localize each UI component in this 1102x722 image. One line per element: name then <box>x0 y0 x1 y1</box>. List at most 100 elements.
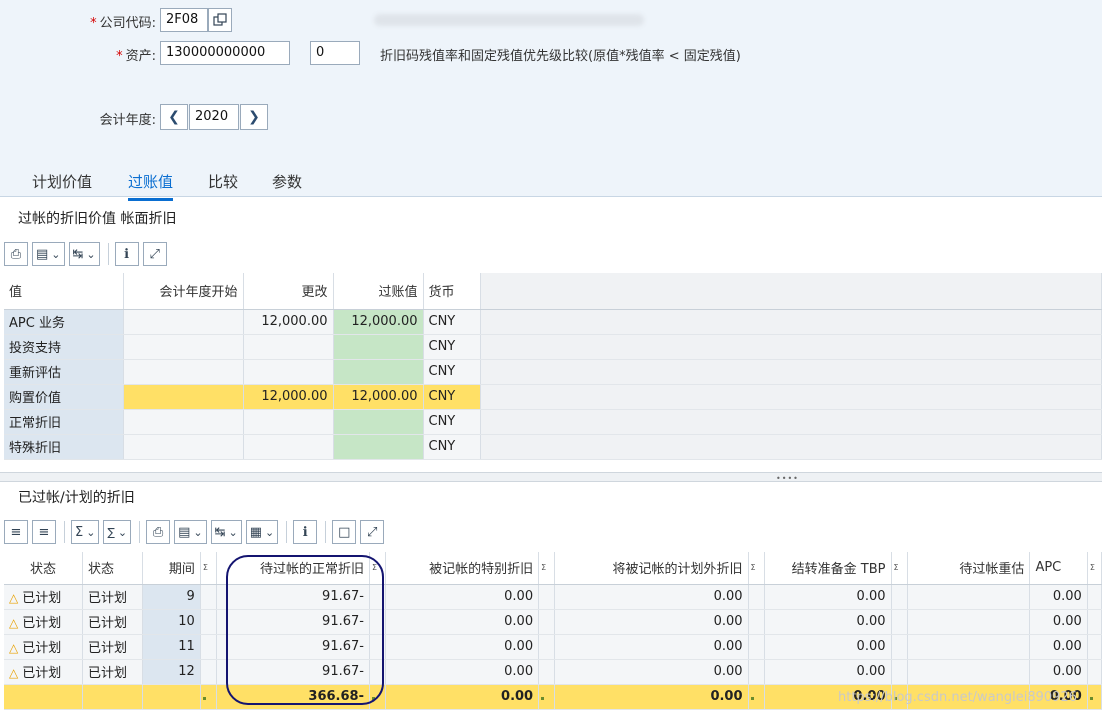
table-row-selected[interactable]: 购置价值 12,000.00 12,000.00 CNY <box>4 384 1102 410</box>
cell-currency: CNY <box>423 309 481 335</box>
splitter[interactable] <box>0 472 1102 482</box>
reserve-cell: 0.00 <box>764 609 892 635</box>
export-icon: ↹ <box>72 246 84 262</box>
expand-icon: ⤢ <box>149 246 160 262</box>
view-menu-button[interactable]: ▤ ⌄ <box>174 520 207 544</box>
table-row[interactable]: △ 已计划 已计划 10 91.67- 0.00 0.00 0.00 0.00 <box>4 609 1102 635</box>
column-header[interactable]: 状态 <box>4 552 84 585</box>
sigma-cell <box>369 634 387 660</box>
special-depreciation-cell: 0.00 <box>385 634 540 660</box>
sort-descending-button[interactable]: ≡ <box>32 520 56 544</box>
sort-descending-icon: ≡ <box>38 524 50 540</box>
reserve-cell: 0.00 <box>764 634 892 660</box>
asset-subnumber-field[interactable]: 0 <box>310 41 360 65</box>
next-year-button[interactable]: ❯ <box>240 104 268 130</box>
export-menu-button[interactable]: ↹ ⌄ <box>210 520 242 544</box>
info-button[interactable]: ℹ <box>114 242 139 266</box>
redacted-description <box>374 14 644 26</box>
chevron-down-icon: ⌄ <box>51 247 61 261</box>
table-row[interactable]: △ 已计划 已计划 12 91.67- 0.00 0.00 0.00 0.00 <box>4 659 1102 685</box>
value-help-icon <box>213 13 227 26</box>
column-header[interactable]: APC <box>1029 552 1088 585</box>
info-icon: ℹ <box>124 246 130 262</box>
fiscal-year-field[interactable]: 2020 <box>189 104 239 130</box>
cell-posted: 12,000.00 <box>333 309 424 335</box>
cell-change <box>243 434 334 460</box>
export-menu-button[interactable]: ↹ ⌄ <box>68 242 100 266</box>
previous-year-button[interactable]: ❮ <box>160 104 188 130</box>
special-depreciation-cell: 0.00 <box>385 609 540 635</box>
status-cell: 已计划 <box>82 659 144 685</box>
empty-header <box>480 273 1102 310</box>
company-code-field[interactable]: 2F08 <box>160 8 208 32</box>
table-row[interactable]: 重新评估 CNY <box>4 359 1102 385</box>
column-header[interactable]: 更改 <box>243 273 334 310</box>
column-header[interactable]: 值 <box>4 273 124 310</box>
splitter-grip-icon[interactable]: •••• <box>776 474 799 483</box>
cell-posted <box>333 434 424 460</box>
sigma-cell <box>1087 659 1102 685</box>
column-header[interactable]: 结转准备金 TBP <box>764 552 892 585</box>
sigma-cell <box>200 609 217 635</box>
watermark: https://blog.csdn.net/wanglei890926 <box>838 690 1077 705</box>
tab-parameters[interactable]: 参数 <box>272 171 302 198</box>
section1-title: 过帐的折旧价值 帐面折旧 <box>18 211 177 227</box>
asset-number-field[interactable]: 130000000000 <box>160 41 290 65</box>
column-header[interactable]: 将被记帐的计划外折旧 <box>554 552 749 585</box>
column-header[interactable]: 期间 <box>142 552 201 585</box>
table-row[interactable]: △ 已计划 已计划 11 91.67- 0.00 0.00 0.00 0.00 <box>4 634 1102 660</box>
layout-menu-button[interactable]: ▦ ⌄ <box>245 520 279 544</box>
info-button[interactable]: ℹ <box>293 520 318 544</box>
table-header-row: 值 会计年度开始 更改 过账值 货币 <box>4 273 1102 310</box>
toolbar-separator <box>325 521 327 543</box>
sum-menu-button[interactable]: Σ ⌄ <box>71 520 100 544</box>
row-label: 正常折旧 <box>4 409 124 435</box>
tab-posted-values[interactable]: 过账值 <box>128 171 174 201</box>
table-row[interactable]: 特殊折旧 CNY <box>4 434 1102 460</box>
column-header[interactable]: 会计年度开始 <box>123 273 244 310</box>
posted-values-table: 值 会计年度开始 更改 过账值 货币 APC 业务 12,000.00 12,0… <box>4 273 1102 460</box>
sigma-cell <box>891 634 908 660</box>
print-button[interactable]: ⎙ <box>4 242 28 266</box>
value-help-button[interactable] <box>208 8 232 32</box>
sort-ascending-icon: ≡ <box>10 524 22 540</box>
layout-icon: ▦ <box>249 524 263 540</box>
view-menu-button[interactable]: ▤ ⌄ <box>32 242 65 266</box>
tab-planned-values[interactable]: 计划价值 <box>32 171 92 198</box>
fullscreen-button[interactable]: ⤢ <box>360 520 385 544</box>
print-button[interactable]: ⎙ <box>146 520 171 544</box>
status-cell: △ 已计划 <box>4 584 84 610</box>
unplanned-depreciation-cell: 0.00 <box>554 634 749 660</box>
fullscreen-button[interactable]: ⤢ <box>142 242 167 266</box>
column-header[interactable]: 待过帐重估 <box>907 552 1031 585</box>
section2-title: 已过帐/计划的折旧 <box>18 490 135 506</box>
cell-currency: CNY <box>423 434 481 460</box>
column-header[interactable]: 货币 <box>423 273 481 310</box>
column-header[interactable]: 待过帐的正常折旧 <box>216 552 370 585</box>
revaluation-cell <box>907 634 1031 660</box>
table-row[interactable]: 正常折旧 CNY <box>4 409 1102 435</box>
column-header[interactable]: 状态 <box>82 552 144 585</box>
total-marker-icon <box>1087 684 1102 710</box>
table-row[interactable]: 投资支持 CNY <box>4 334 1102 360</box>
special-depreciation-cell: 0.00 <box>385 584 540 610</box>
cell-start <box>123 309 244 335</box>
sigma-cell <box>1087 584 1102 610</box>
cell-change <box>243 334 334 360</box>
totals-cell <box>142 684 201 710</box>
column-header[interactable]: 被记帐的特别折旧 <box>385 552 540 585</box>
empty-cell <box>480 409 1102 435</box>
subtotal-menu-button[interactable]: ∑ ⌄ <box>103 520 132 544</box>
tab-comparison[interactable]: 比较 <box>208 171 238 198</box>
revaluation-cell <box>907 609 1031 635</box>
window-button[interactable]: □ <box>332 520 357 544</box>
sigma-cell <box>200 634 217 660</box>
total-marker-icon <box>200 684 217 710</box>
period-cell: 11 <box>142 634 201 660</box>
table-row[interactable]: APC 业务 12,000.00 12,000.00 CNY <box>4 309 1102 335</box>
sigma-icon: Σ <box>538 552 556 585</box>
column-header[interactable]: 过账值 <box>333 273 424 310</box>
sort-ascending-button[interactable]: ≡ <box>4 520 28 544</box>
section1-toolbar: ⎙ ▤ ⌄ ↹ ⌄ ℹ ⤢ <box>4 239 171 269</box>
table-row[interactable]: △ 已计划 已计划 9 91.67- 0.00 0.00 0.00 0.00 <box>4 584 1102 610</box>
